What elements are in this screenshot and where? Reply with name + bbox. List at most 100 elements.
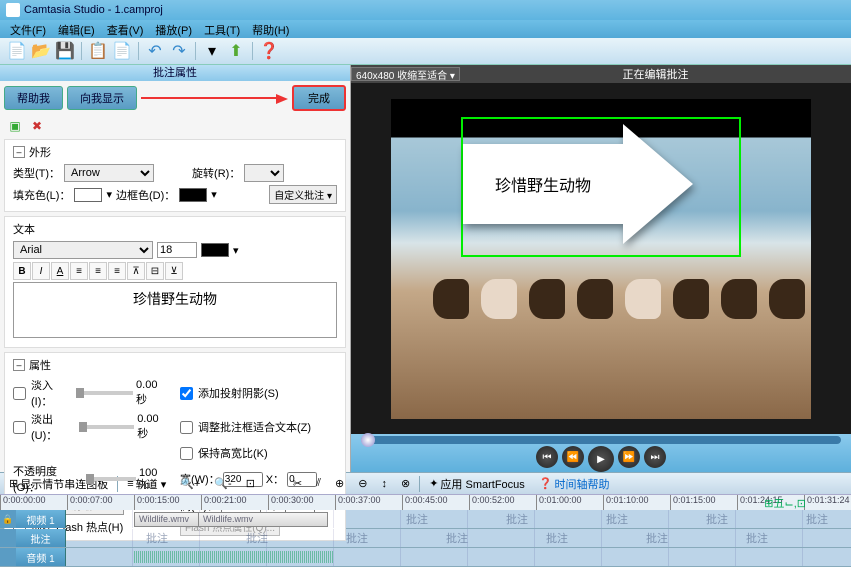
time-ruler[interactable]: 0:00:00:000:00:07:000:00:15:000:00:21:00… [0, 494, 851, 510]
callout-text-input[interactable] [13, 282, 337, 338]
help-icon[interactable]: ❓ [258, 40, 280, 62]
redo-icon[interactable]: ↷ [168, 40, 190, 62]
save-icon[interactable]: 💾 [54, 40, 76, 62]
underline-icon[interactable]: A [51, 262, 69, 280]
forward-icon[interactable]: ⏩ [618, 446, 640, 468]
tool-icon[interactable]: ⊗ [396, 475, 415, 492]
ime-indicator-icon: ⊞五⌙,⊡ [764, 495, 806, 510]
open-icon[interactable]: 📂 [30, 40, 52, 62]
menu-edit[interactable]: 编辑(E) [52, 20, 101, 38]
aspect-check[interactable] [180, 447, 193, 460]
video-clip[interactable]: Wildlife.wmv [198, 512, 328, 527]
window-title: Camtasia Studio - 1.camproj [24, 4, 163, 16]
align-middle-icon[interactable]: ⊟ [146, 262, 164, 280]
playback-bar: ⏮ ⏪ ▶ ⏩ ⏭ [351, 434, 851, 472]
ruler-tick: 0:01:31:24 [804, 495, 851, 510]
ruler-tick: 0:00:15:00 [134, 495, 201, 510]
align-top-icon[interactable]: ⊼ [127, 262, 145, 280]
tool-icon[interactable]: ⊖ [353, 475, 372, 492]
timeline-tracks: 🔒 视频 1 Wildlife.wmv Wildlife.wmv 批注批注批注批… [0, 510, 851, 567]
align-left-icon[interactable]: ≡ [70, 262, 88, 280]
menu-play[interactable]: 播放(P) [149, 20, 198, 38]
track-label-video[interactable]: 视频 1 [16, 510, 66, 528]
timeline-help-button[interactable]: ❓ 时间轴帮助 [534, 474, 615, 494]
next-icon[interactable]: ⏭ [644, 446, 666, 468]
align-bottom-icon[interactable]: ⊻ [165, 262, 183, 280]
canvas[interactable]: 珍惜野生动物 [351, 83, 851, 434]
shadow-check[interactable] [180, 387, 193, 400]
paste-icon[interactable]: 📄 [111, 40, 133, 62]
video-track[interactable]: Wildlife.wmv Wildlife.wmv 批注批注批注批注批注 [66, 510, 851, 528]
copy-callout-icon[interactable]: ▣ [6, 117, 24, 135]
tool-icon[interactable]: ↕ [376, 476, 392, 492]
show-me-button[interactable]: 向我显示 [67, 86, 137, 110]
resize-check[interactable] [180, 421, 193, 434]
scrub-handle[interactable] [361, 433, 375, 447]
done-button[interactable]: 完成 [292, 85, 346, 111]
fadeout-slider[interactable] [79, 425, 135, 429]
align-center-icon[interactable]: ≡ [89, 262, 107, 280]
menu-tools[interactable]: 工具(T) [198, 20, 246, 38]
callout-track[interactable]: 批注批注批注批注批注批注批注 [66, 529, 851, 547]
ruler-tick: 0:00:00:00 [0, 495, 67, 510]
copy-icon[interactable]: 📋 [87, 40, 109, 62]
align-right-icon[interactable]: ≡ [108, 262, 126, 280]
ruler-tick: 0:01:10:00 [603, 495, 670, 510]
ruler-tick: 0:00:52:00 [469, 495, 536, 510]
tool-icon[interactable]: ⊕ [330, 475, 349, 492]
prev-icon[interactable]: ⏮ [536, 446, 558, 468]
fadeout-check[interactable] [13, 421, 26, 434]
lock-icon[interactable]: 🔒 [0, 510, 16, 528]
new-icon[interactable]: 📄 [6, 40, 28, 62]
split-icon[interactable]: ⫽ [311, 475, 326, 492]
share-icon[interactable]: ⬆ [225, 40, 247, 62]
undo-icon[interactable]: ↶ [144, 40, 166, 62]
menu-bar: 文件(F) 编辑(E) 查看(V) 播放(P) 工具(T) 帮助(H) [0, 20, 851, 38]
delete-callout-icon[interactable]: ✖ [28, 117, 46, 135]
track-label-callout[interactable]: 批注 [16, 529, 66, 547]
play-icon[interactable]: ▶ [588, 446, 614, 472]
preview-panel: 640x480 收缩至适合 ▾ 正在编辑批注 珍惜野生动物 ⏮ ⏪ [351, 65, 851, 472]
arrow-callout[interactable]: 珍惜野生动物 [463, 144, 623, 224]
video-frame: 珍惜野生动物 [391, 99, 811, 419]
audio-waveform[interactable] [134, 551, 334, 563]
audio-track[interactable] [66, 548, 851, 566]
smartfocus-button[interactable]: ✦ 应用 SmartFocus [424, 474, 530, 494]
scrub-bar[interactable] [361, 436, 841, 444]
fill-color-swatch[interactable] [74, 188, 102, 202]
zoom-in-icon[interactable]: 🔍+ [175, 475, 205, 492]
ruler-tick: 0:00:45:00 [402, 495, 469, 510]
italic-icon[interactable]: I [32, 262, 50, 280]
menu-file[interactable]: 文件(F) [4, 20, 52, 38]
fadein-slider[interactable] [76, 391, 133, 395]
timeline-toolbar: ⊞ 显示情节串连图板 ≡ 轨道 ▾ 🔍+ 🔍- ⊡ ✂ ⫽ ⊕ ⊖ ↕ ⊗ ✦ … [0, 472, 851, 494]
callout-selection[interactable]: 珍惜野生动物 [461, 117, 741, 257]
ruler-tick: 0:00:37:00 [335, 495, 402, 510]
menu-view[interactable]: 查看(V) [101, 20, 150, 38]
font-select[interactable]: Arial [13, 241, 153, 259]
border-color-swatch[interactable] [179, 188, 207, 202]
zoom-fit-icon[interactable]: ⊡ [241, 475, 260, 492]
help-me-button[interactable]: 帮助我 [4, 86, 63, 110]
fadein-check[interactable] [13, 387, 26, 400]
track-label-audio[interactable]: 音频 1 [16, 548, 66, 566]
menu-help[interactable]: 帮助(H) [246, 20, 295, 38]
produce-icon[interactable]: ▾ [201, 40, 223, 62]
cut-icon[interactable]: ✂ [288, 475, 307, 492]
title-bar: Camtasia Studio - 1.camproj [0, 0, 851, 20]
zoom-select[interactable]: 640x480 收缩至适合 ▾ [351, 67, 460, 81]
font-size-input[interactable] [157, 242, 197, 258]
font-color-swatch[interactable] [201, 243, 229, 257]
shape-section: –外形 类型(T)： Arrow 旋转(R)： 填充色(L)： ▾ 边框色(D)… [4, 139, 346, 212]
opacity-slider[interactable] [86, 477, 136, 481]
panel-header: 批注属性 [0, 65, 350, 81]
zoom-out-icon[interactable]: 🔍- [209, 475, 236, 492]
type-select[interactable]: Arrow [64, 164, 154, 182]
rewind-icon[interactable]: ⏪ [562, 446, 584, 468]
main-toolbar: 📄 📂 💾 📋 📄 ↶ ↷ ▾ ⬆ ❓ [0, 38, 851, 65]
collapse-icon[interactable]: – [13, 146, 25, 158]
collapse-icon[interactable]: – [13, 359, 25, 371]
bold-icon[interactable]: B [13, 262, 31, 280]
rotate-select[interactable] [244, 164, 284, 182]
custom-callout-button[interactable]: 自定义批注 ▾ [269, 185, 337, 204]
